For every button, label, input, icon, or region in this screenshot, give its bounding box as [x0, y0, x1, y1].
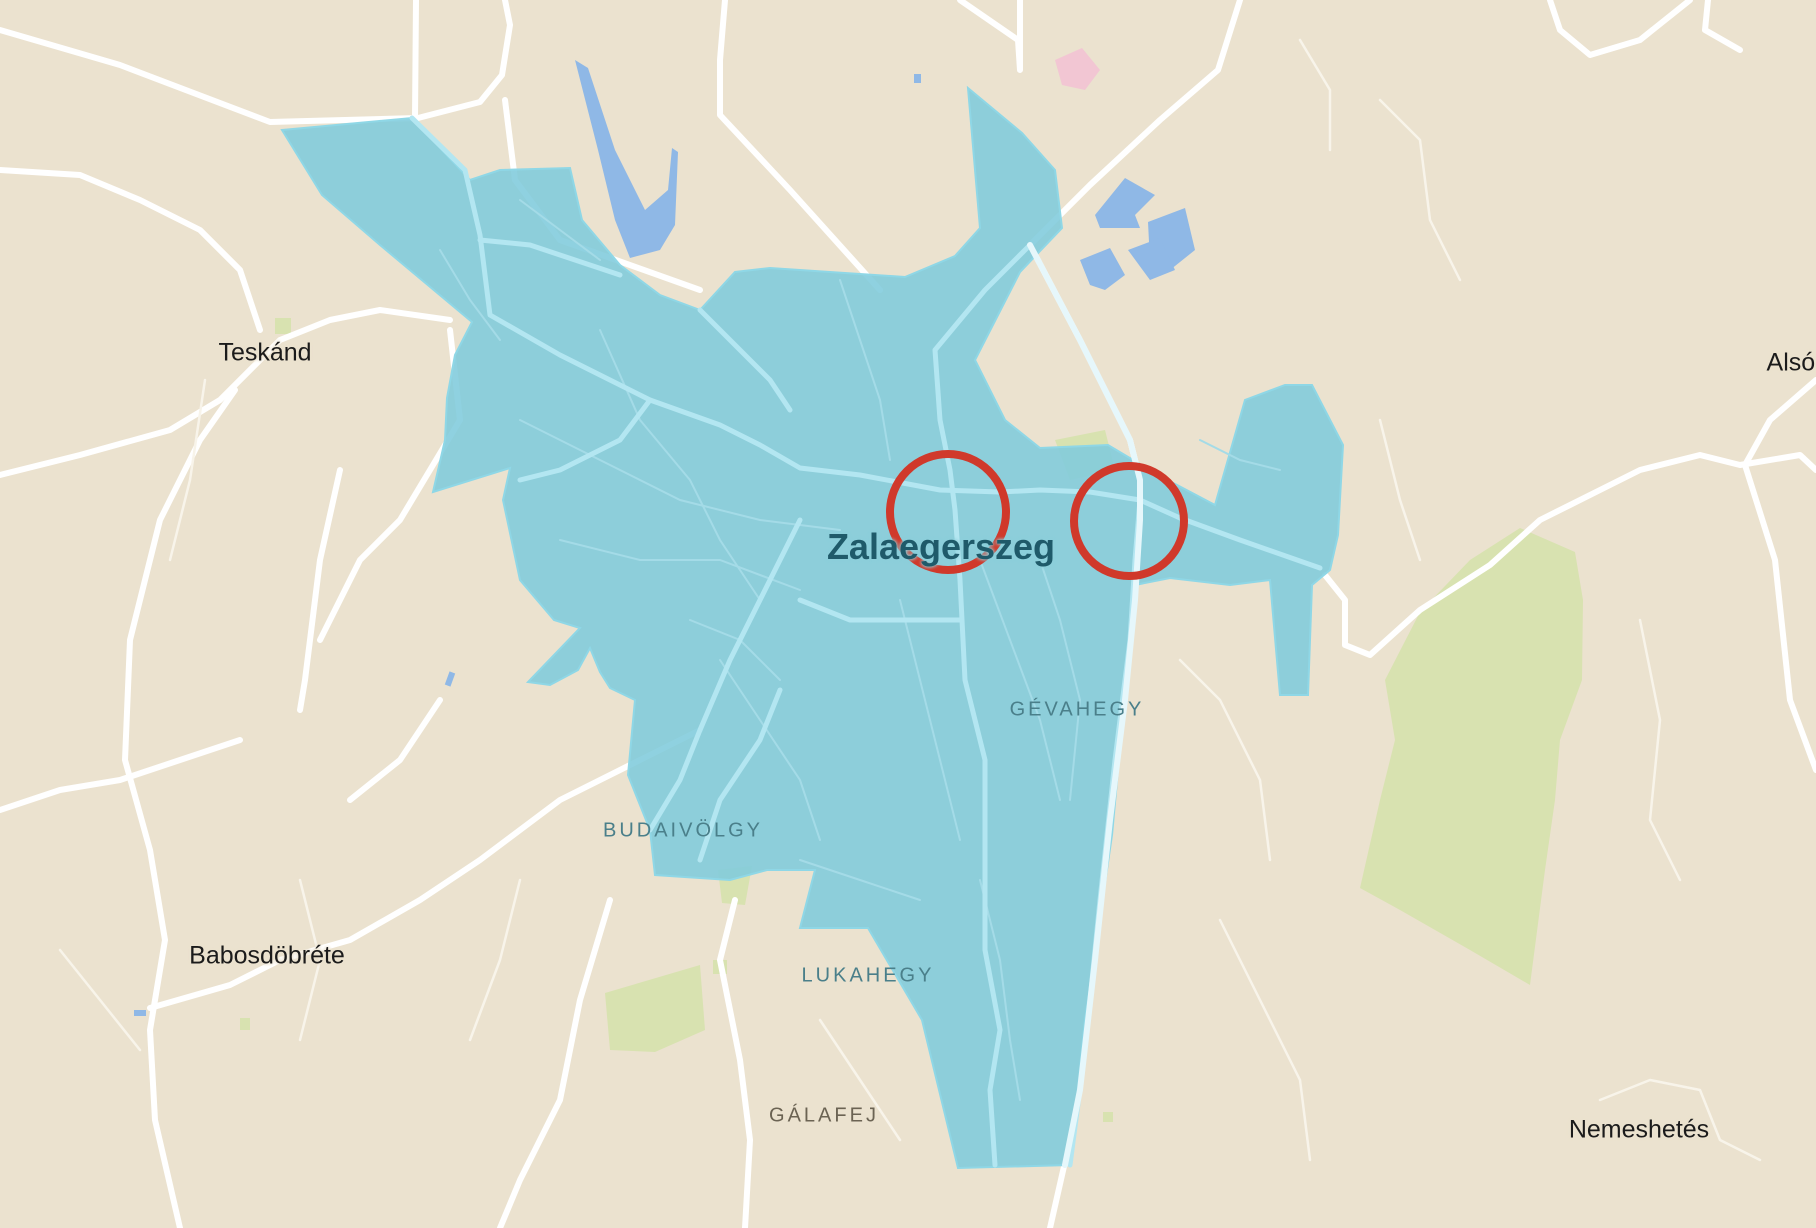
map-canvas: [0, 0, 1816, 1228]
park-small-3: [240, 1018, 250, 1030]
map-view[interactable]: Teskánd Alsór Babosdöbréte Nemeshetés Za…: [0, 0, 1816, 1228]
pond-small-1: [914, 74, 921, 83]
park-teskand: [275, 318, 291, 334]
park-small-2: [1103, 1112, 1113, 1122]
road-north-lake: [412, 0, 419, 121]
pond-small-3: [134, 1010, 146, 1016]
